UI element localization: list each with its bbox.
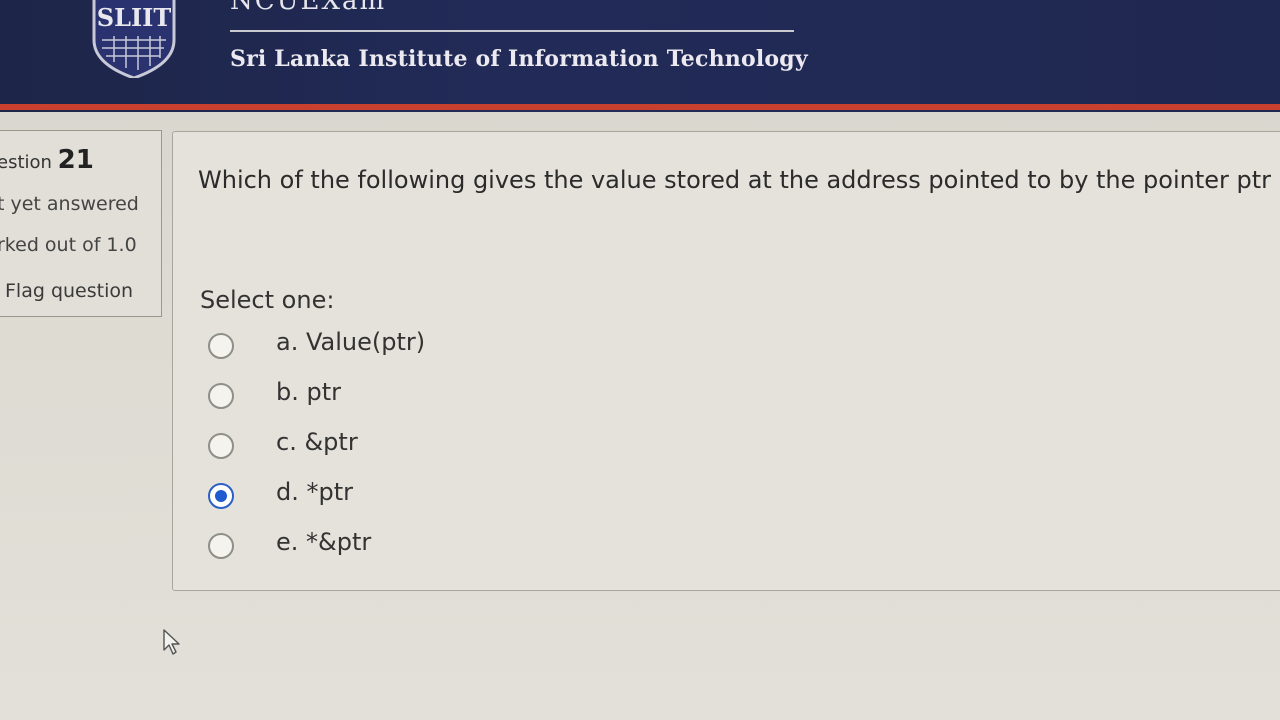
answer-option-label[interactable]: a. Value(ptr) xyxy=(276,328,425,356)
header-rule xyxy=(230,30,794,32)
institute-name: Sri Lanka Institute of Information Techn… xyxy=(230,46,808,72)
radio-button[interactable] xyxy=(208,333,234,359)
radio-button-selected[interactable] xyxy=(208,483,234,509)
question-state: t yet answered xyxy=(0,193,139,215)
answer-option-e[interactable]: e. *&ptr xyxy=(206,528,526,562)
sliit-logo[interactable]: SLIIT xyxy=(88,0,180,78)
answer-option-d[interactable]: d. *ptr xyxy=(206,478,526,512)
question-marks: rked out of 1.0 xyxy=(0,234,137,256)
answer-option-label[interactable]: e. *&ptr xyxy=(276,528,371,556)
question-text: Which of the following gives the value s… xyxy=(198,166,1280,194)
site-header: SLIIT NCUEXam Sri Lanka Institute of Inf… xyxy=(0,0,1280,112)
flag-question-link[interactable]: Flag question xyxy=(5,280,133,302)
select-one-prompt: Select one: xyxy=(200,286,335,314)
answer-option-c[interactable]: c. &ptr xyxy=(206,428,526,462)
question-number: estion 21 xyxy=(0,145,94,175)
logo-text: SLIIT xyxy=(97,3,172,32)
mouse-pointer-icon xyxy=(163,629,180,655)
answer-option-label[interactable]: d. *ptr xyxy=(276,478,353,506)
question-number-value: 21 xyxy=(57,145,94,175)
banner-title: NCUEXam xyxy=(230,0,387,16)
answer-option-label[interactable]: b. ptr xyxy=(276,378,341,406)
question-info: estion 21 t yet answered rked out of 1.0… xyxy=(0,130,162,317)
question-label: estion xyxy=(0,152,52,173)
radio-button[interactable] xyxy=(208,433,234,459)
header-accent-bar xyxy=(0,104,1280,110)
answer-option-b[interactable]: b. ptr xyxy=(206,378,526,412)
answer-option-a[interactable]: a. Value(ptr) xyxy=(206,328,526,362)
radio-button[interactable] xyxy=(208,383,234,409)
answer-option-label[interactable]: c. &ptr xyxy=(276,428,358,456)
radio-button[interactable] xyxy=(208,533,234,559)
